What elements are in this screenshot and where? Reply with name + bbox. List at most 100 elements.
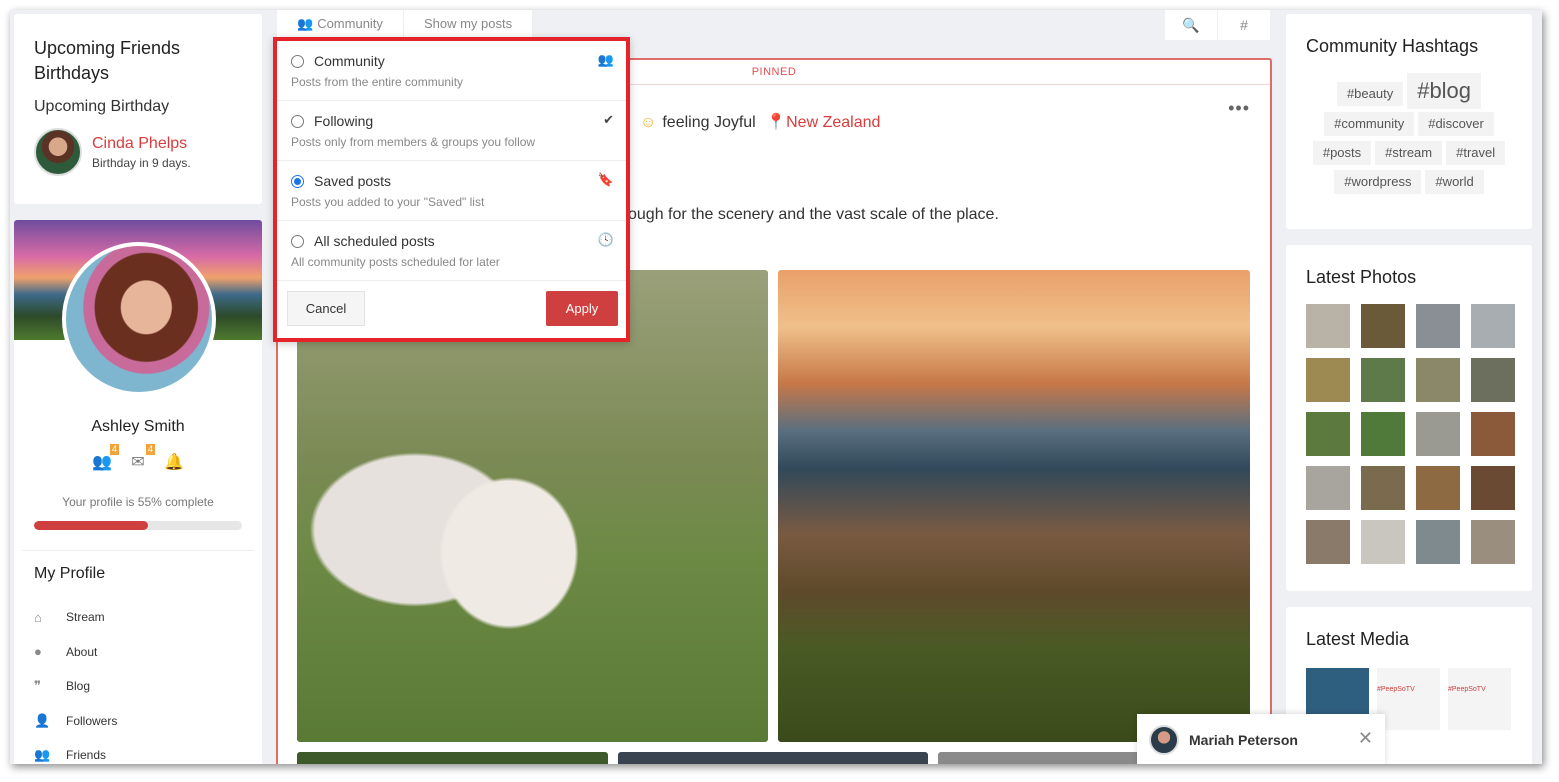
clock-icon: 🕓 (597, 232, 614, 247)
birthday-note: Birthday in 9 days. (92, 155, 191, 170)
chat-window[interactable]: Mariah Peterson ✕ (1137, 714, 1385, 764)
option-label: Community (314, 53, 385, 69)
photo-thumb[interactable] (1471, 466, 1515, 510)
mood-icon: ☺ (640, 114, 657, 131)
menu-item-about[interactable]: ● About (34, 635, 117, 670)
post-image-thumb[interactable] (618, 752, 928, 764)
hashtag-cloud: #beauty #blog #community #discover #posts #… (1306, 73, 1512, 196)
photo-grid (1306, 304, 1515, 564)
friends-icon[interactable]: 👥 4 (91, 444, 119, 471)
photo-thumb[interactable] (1306, 412, 1350, 456)
bell-icon[interactable]: 🔔 (163, 452, 185, 471)
radio-scheduled[interactable] (291, 234, 304, 248)
profile-progress-bar (34, 521, 242, 530)
messages-badge: 4 (145, 444, 155, 455)
photo-thumb[interactable] (1471, 520, 1515, 564)
post-image-cliff[interactable] (778, 270, 1250, 742)
upcoming-birthday-label: Upcoming Birthday (34, 98, 170, 115)
hashtag[interactable]: #stream (1375, 141, 1443, 165)
menu-item-label: Blog (66, 679, 91, 694)
photo-thumb[interactable] (1471, 304, 1515, 348)
profile-progress-fill (34, 521, 149, 530)
photo-thumb[interactable] (1471, 358, 1515, 402)
tab-label: Community (317, 16, 383, 31)
apply-button[interactable]: Apply (546, 291, 618, 326)
tab-community[interactable]: 👥 Community (277, 10, 404, 37)
user-check-icon: 👤 (34, 712, 51, 728)
radio-saved-posts[interactable] (291, 174, 304, 188)
birthday-person[interactable]: Cinda Phelps Birthday in 9 days. (34, 128, 242, 176)
menu-item-friends[interactable]: 👥 Friends (34, 738, 117, 764)
hashtag[interactable]: #discover (1418, 112, 1494, 136)
avatar[interactable] (1149, 725, 1179, 755)
photo-thumb[interactable] (1416, 358, 1460, 402)
hashtag[interactable]: #beauty (1336, 82, 1404, 106)
radio-community[interactable] (291, 54, 304, 68)
menu-item-stream[interactable]: ⌂ Stream (34, 600, 117, 635)
tab-show-my-posts[interactable]: Show my posts (403, 10, 534, 37)
photo-thumb[interactable] (1361, 358, 1405, 402)
filter-actions: Cancel Apply (277, 281, 626, 337)
chat-name[interactable]: Mariah Peterson (1189, 732, 1298, 748)
latest-media-title: Latest Media (1306, 629, 1410, 649)
hashtag[interactable]: #travel (1446, 141, 1506, 165)
birthday-person-name[interactable]: Cinda Phelps (92, 135, 191, 153)
search-button[interactable]: 🔍 (1165, 10, 1217, 40)
post-image-thumb[interactable] (297, 752, 608, 764)
post-location[interactable]: New Zealand (786, 114, 880, 131)
user-circle-icon: ● (34, 644, 42, 660)
photo-thumb[interactable] (1471, 412, 1515, 456)
filter-option-scheduled[interactable]: All scheduled posts All community posts … (277, 221, 626, 281)
photo-thumb[interactable] (1306, 466, 1350, 510)
filter-option-saved-posts[interactable]: Saved posts Posts you added to your "Sav… (277, 161, 626, 221)
hash-icon: # (1240, 17, 1248, 33)
menu-item-blog[interactable]: ❞ Blog (34, 669, 117, 704)
hashtag[interactable]: #posts (1312, 141, 1372, 165)
profile-notifications: 👥 4 ✉ 4 🔔 (14, 444, 262, 471)
menu-item-label: Followers (66, 713, 118, 728)
envelope-icon[interactable]: ✉ 4 (127, 444, 155, 471)
photo-thumb[interactable] (1306, 358, 1350, 402)
close-icon[interactable]: ✕ (1358, 728, 1373, 749)
menu-item-followers[interactable]: 👤 Followers (34, 704, 117, 739)
option-description: All community posts scheduled for later (291, 255, 500, 269)
hashtag[interactable]: #wordpress (1334, 170, 1422, 194)
filter-option-following[interactable]: Following Posts only from members & grou… (277, 101, 626, 161)
filter-option-community[interactable]: Community Posts from the entire communit… (277, 41, 626, 101)
home-icon: ⌂ (34, 609, 42, 625)
profile-complete-text: Your profile is 55% complete (62, 495, 214, 509)
radio-following[interactable] (291, 114, 304, 128)
map-pin-icon: 📍 (766, 114, 787, 131)
avatar[interactable] (34, 128, 82, 176)
media-thumb-label: #PeepSoTV (1448, 686, 1486, 693)
media-thumb[interactable]: #PeepSoTV (1448, 668, 1511, 730)
photo-thumb[interactable] (1361, 304, 1405, 348)
photo-thumb[interactable] (1306, 304, 1350, 348)
cancel-button[interactable]: Cancel (287, 291, 365, 326)
birthdays-widget: Upcoming Friends Birthdays Upcoming Birt… (14, 14, 262, 204)
photo-thumb[interactable] (1416, 304, 1460, 348)
photo-thumb[interactable] (1416, 466, 1460, 510)
hashtag[interactable]: #world (1425, 170, 1484, 194)
photo-thumb[interactable] (1416, 412, 1460, 456)
post-options-icon[interactable]: ••• (1228, 98, 1250, 119)
hashtag[interactable]: #blog (1407, 73, 1482, 109)
post-text: ough for the scenery and the vast scale … (628, 206, 999, 223)
hashtag[interactable]: #community (1324, 112, 1415, 136)
photo-thumb[interactable] (1416, 520, 1460, 564)
photo-thumb[interactable] (1361, 520, 1405, 564)
option-description: Posts you added to your "Saved" list (291, 195, 485, 209)
option-description: Posts from the entire community (291, 75, 464, 89)
photo-thumb[interactable] (1361, 412, 1405, 456)
photo-thumb[interactable] (1361, 466, 1405, 510)
bookmark-icon: 🔖 (597, 172, 614, 187)
media-thumb[interactable]: #PeepSoTV (1377, 668, 1440, 730)
profile-avatar[interactable] (62, 242, 216, 396)
hashtag-button[interactable]: # (1218, 10, 1270, 40)
profile-menu: ⌂ Stream ● About ❞ Blog 👤 Followers 👥 Friends (34, 600, 117, 764)
check-circle-icon: ✔ (603, 112, 614, 127)
photo-thumb[interactable] (1306, 520, 1350, 564)
menu-item-label: Stream (66, 610, 105, 625)
latest-photos-title: Latest Photos (1306, 267, 1417, 287)
profile-name[interactable]: Ashley Smith (14, 418, 262, 436)
